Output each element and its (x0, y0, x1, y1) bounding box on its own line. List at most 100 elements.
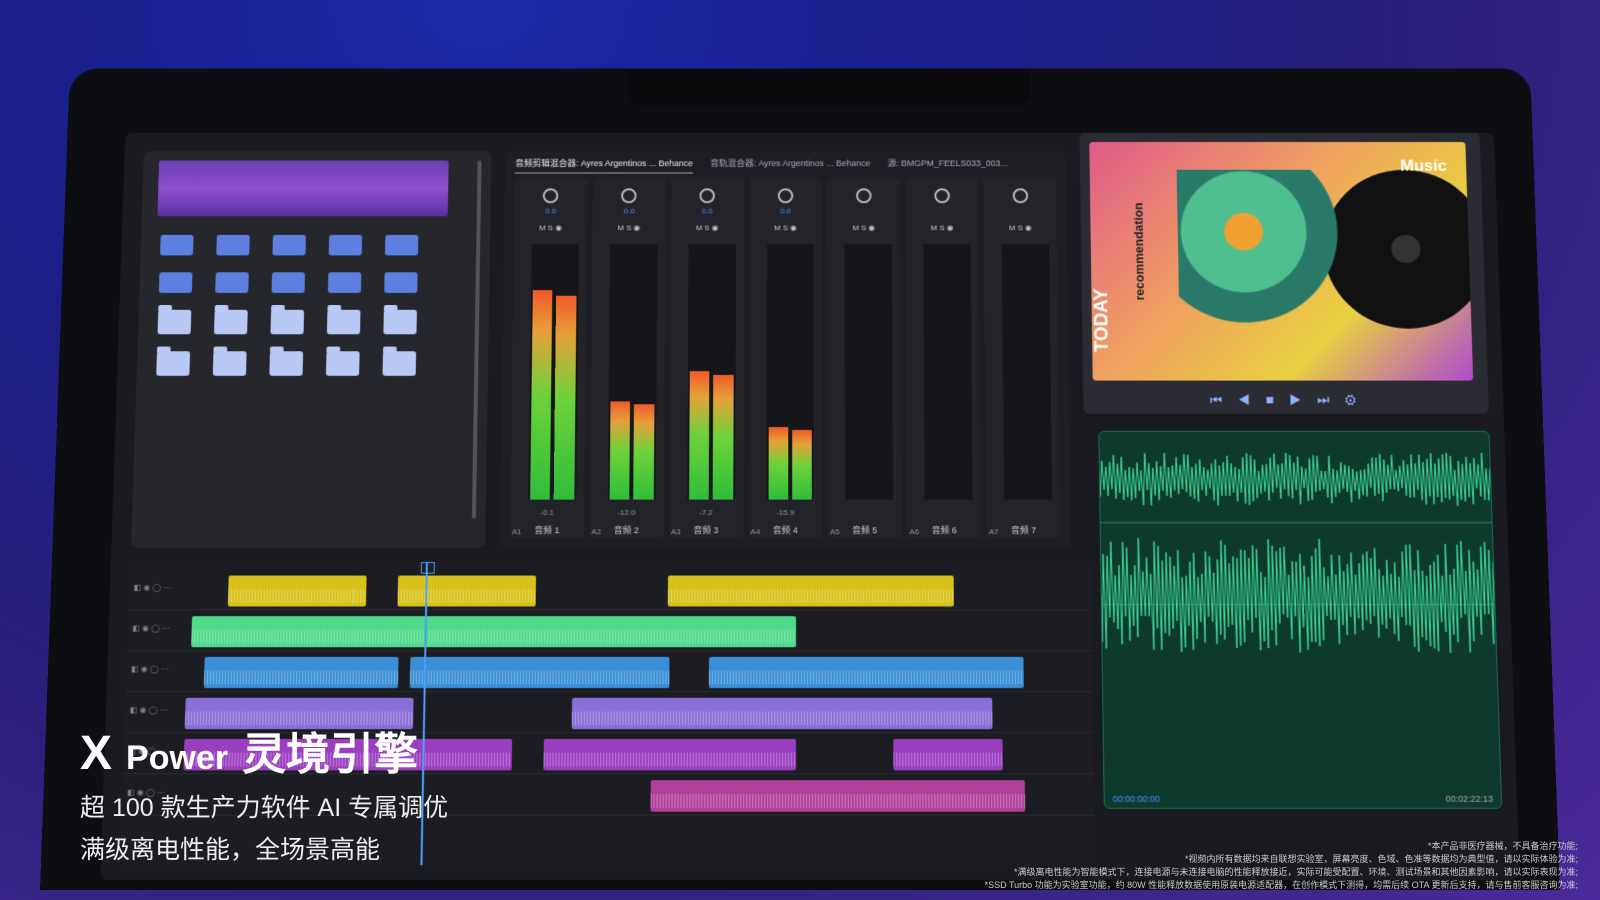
channel-label: 音频 3 (669, 524, 743, 536)
pan-value: 0.0 (515, 207, 588, 215)
clip-thumb-icon[interactable] (159, 272, 193, 293)
track-header-controls[interactable]: ◧ ◉ ◯ ··· (132, 624, 170, 633)
mute-solo-buttons[interactable]: M S ◉ (593, 224, 666, 232)
meter-bar-left (768, 427, 788, 499)
pan-knob-icon[interactable] (543, 188, 559, 203)
pan-knob-icon[interactable] (621, 188, 637, 203)
camera-notch (627, 68, 1031, 107)
clip-thumb-icon[interactable] (272, 235, 305, 256)
mixer-channel: 0.0 M S ◉ -12.0 A2 音频 2 (589, 179, 665, 538)
disclaimer: *本产品非医疗器械，不具备治疗功能; *视频内所有数据均来自联想实验室，屏幕亮度… (898, 840, 1578, 892)
clip-thumb-icon[interactable] (385, 235, 418, 256)
track-header-controls[interactable]: ◧ ◉ ◯ ··· (130, 706, 168, 715)
mute-solo-buttons[interactable]: M S ◉ (749, 224, 822, 232)
promo-line-1: 超 100 款生产力软件 AI 专属调优 (80, 788, 448, 824)
tab-track-mixer[interactable]: 音轨混合器: Ayres Argentinos ... Behance (710, 157, 870, 174)
clip-thumb-icon[interactable] (329, 235, 362, 256)
clip-thumb-icon[interactable] (216, 235, 250, 256)
brand-power: Power (126, 739, 228, 778)
folder-icon[interactable] (383, 310, 417, 334)
cover-today: TODAY (1090, 288, 1113, 352)
meter-bar-right (713, 375, 734, 500)
folder-icon[interactable] (156, 351, 190, 376)
peak-value: -12.0 (590, 508, 664, 517)
track-header-controls[interactable]: ◧ ◉ ◯ ··· (131, 665, 169, 674)
transport-controls[interactable]: ⏮ ◀ ■ ▶ ⏭ ⚙ (1083, 392, 1489, 408)
pan-knob-icon[interactable] (778, 188, 793, 203)
waveform-editor: 00:00:00:00 00:02:22:13 (1098, 431, 1502, 809)
folder-icon[interactable] (383, 351, 417, 376)
level-meter (766, 244, 814, 499)
mute-solo-buttons[interactable]: M S ◉ (984, 224, 1057, 232)
tab-source[interactable]: 源: BMGPM_FEELS033_003... (888, 157, 1008, 174)
music-brand: Music (1400, 157, 1447, 176)
folder-icon[interactable] (158, 310, 192, 334)
mute-solo-buttons[interactable]: M S ◉ (906, 224, 979, 232)
audio-mixer-panel: 音频剪辑混合器: Ayres Argentinos ... Behance 音轨… (500, 151, 1071, 547)
album-cover: Music recommendation TODAY (1089, 142, 1473, 381)
mute-solo-buttons[interactable]: M S ◉ (671, 224, 744, 232)
clip-thumb-icon[interactable] (215, 272, 249, 293)
audio-clip[interactable] (204, 657, 399, 688)
channel-label: 音频 7 (987, 524, 1061, 536)
channel-label: 音频 5 (828, 524, 902, 536)
clip-thumb-icon[interactable] (384, 272, 417, 293)
mute-solo-buttons[interactable]: M S ◉ (514, 224, 587, 232)
bin-thumbnail (157, 161, 448, 217)
timeline-track: ◧ ◉ ◯ ··· (126, 653, 1092, 692)
promo-title: X Power 灵境引擎 (80, 718, 448, 782)
audio-clip[interactable] (191, 616, 796, 647)
clip-thumb-icon[interactable] (272, 272, 306, 293)
pan-knob-icon[interactable] (934, 188, 950, 203)
clip-thumb-icon[interactable] (328, 272, 361, 293)
audio-clip[interactable] (543, 739, 796, 770)
promo-overlay: X Power 灵境引擎 超 100 款生产力软件 AI 专属调优 满级离电性能… (80, 718, 448, 866)
chameleon-artwork (1177, 170, 1346, 348)
waveform-display[interactable] (1099, 432, 1501, 808)
timeline-track: ◧ ◉ ◯ ··· (129, 572, 1091, 611)
track-header-controls[interactable]: ◧ ◉ ◯ ··· (134, 583, 172, 592)
pan-knob-icon[interactable] (700, 188, 716, 203)
level-meter (845, 244, 894, 499)
pan-knob-icon[interactable] (1012, 188, 1028, 203)
folder-icon[interactable] (270, 310, 304, 334)
mixer-channel: 0.0 M S ◉ -15.9 A4 音频 4 (748, 179, 822, 538)
audio-clip[interactable] (709, 657, 1024, 688)
folder-icon[interactable] (269, 351, 303, 376)
bin-scrollbar[interactable] (472, 161, 482, 519)
folder-icon[interactable] (214, 310, 248, 334)
audio-clip[interactable] (668, 576, 954, 607)
audio-clip[interactable] (572, 698, 993, 729)
audio-clip[interactable] (228, 576, 357, 607)
pan-value: 0.0 (671, 207, 743, 215)
folder-icon[interactable] (326, 351, 360, 376)
pan-value: 0.0 (749, 207, 821, 215)
audio-clip[interactable] (651, 780, 1026, 812)
audio-clip[interactable] (410, 657, 670, 688)
channel-label: 音频 1 (510, 524, 584, 536)
mixer-channel: 0.0 M S ◉ -0.1 A1 音频 1 (510, 179, 587, 538)
audio-clip[interactable] (354, 576, 366, 607)
audio-clip[interactable] (398, 576, 536, 607)
meter-bar-left (609, 402, 630, 500)
brand-x: X (80, 726, 112, 781)
mute-solo-buttons[interactable]: M S ◉ (828, 224, 901, 232)
mixer-channel: M S ◉ A6 音频 6 (906, 179, 981, 538)
pan-knob-icon[interactable] (856, 188, 872, 203)
promo-line-2: 满级离电性能，全场景高能 (80, 830, 448, 866)
peak-value: -0.1 (510, 508, 584, 517)
meter-bar-left (689, 371, 710, 499)
clip-thumb-icon[interactable] (160, 235, 194, 256)
disclaimer-line: *本产品非医疗器械，不具备治疗功能; (898, 840, 1578, 853)
music-player-panel: Music recommendation TODAY ⏮ ◀ ■ ▶ ⏭ ⚙ (1080, 133, 1489, 414)
disclaimer-line: *SSD Turbo 功能为实验室功能，约 80W 性能释放数据使用原装电源适配… (898, 879, 1578, 892)
level-meter (923, 244, 973, 499)
mixer-channel: M S ◉ A5 音频 5 (827, 179, 901, 538)
disclaimer-line: *满级离电性能为智能模式下，连接电源与未连接电脑的性能释放接近，实际可能受配置、… (898, 866, 1578, 879)
bin-item-grid (156, 235, 428, 376)
folder-icon[interactable] (327, 310, 361, 334)
folder-icon[interactable] (213, 351, 247, 376)
audio-clip[interactable] (893, 739, 1003, 770)
peak-value: -7.2 (669, 508, 743, 517)
tab-clip-mixer[interactable]: 音频剪辑混合器: Ayres Argentinos ... Behance (515, 157, 693, 174)
